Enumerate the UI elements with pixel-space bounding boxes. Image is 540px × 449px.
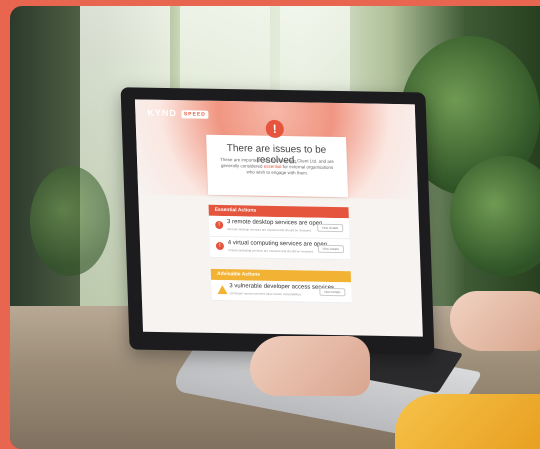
- plant: [30, 166, 110, 276]
- laptop-screen: KYND SPEED ! There are issues to be resol…: [120, 87, 435, 355]
- view-details-button[interactable]: View Details: [316, 223, 344, 233]
- alert-icon: !: [215, 241, 225, 251]
- item-title: 3 remote desktop services are open: [226, 219, 323, 227]
- item-desc: Developer access services have known vul…: [229, 291, 302, 297]
- list-item[interactable]: ! 3 remote desktop services are open Rem…: [208, 215, 350, 240]
- list-item[interactable]: ! 4 virtual computing services are open …: [209, 236, 351, 261]
- warning-icon: [217, 284, 228, 295]
- advisable-section: Advisable Actions 3 vulnerable developer…: [210, 268, 352, 304]
- alert-icon: !: [265, 119, 285, 139]
- yellow-sleeve: [395, 394, 540, 449]
- item-title: 4 virtual computing services are open: [227, 240, 328, 248]
- page-subtext: These are important risks for Example Cl…: [219, 156, 334, 176]
- essential-section: Essential Actions ! 3 remote desktop ser…: [208, 204, 351, 261]
- app-screen: KYND SPEED ! There are issues to be resol…: [134, 99, 423, 337]
- item-desc: Virtual computing services are exposed a…: [228, 248, 314, 254]
- photo-frame: KYND SPEED ! There are issues to be resol…: [10, 6, 540, 449]
- item-desc: Remote desktop services are exposed and …: [227, 227, 312, 233]
- list-item[interactable]: 3 vulnerable developer access services D…: [211, 279, 352, 304]
- brand-tag: SPEED: [180, 109, 209, 119]
- view-details-button[interactable]: View Details: [318, 287, 346, 297]
- left-hand: [250, 336, 370, 396]
- view-details-button[interactable]: View Details: [317, 244, 345, 254]
- alert-icon: !: [215, 220, 224, 230]
- right-hand: [450, 291, 540, 351]
- brand-logo: KYND SPEED: [147, 108, 209, 119]
